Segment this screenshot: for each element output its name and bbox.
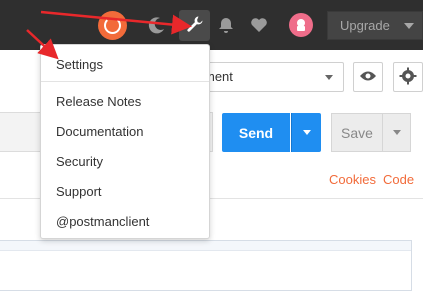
- settings-wrench-button[interactable]: [179, 10, 210, 41]
- send-options-button[interactable]: [291, 113, 321, 152]
- menu-item-support[interactable]: Support: [56, 184, 102, 199]
- upgrade-label: Upgrade: [340, 18, 390, 33]
- menu-item-documentation[interactable]: Documentation: [56, 124, 143, 139]
- cookies-link[interactable]: Cookies: [329, 172, 376, 187]
- chevron-down-icon: [404, 23, 414, 29]
- environment-quick-look-button[interactable]: [353, 62, 383, 92]
- request-body-editor[interactable]: [0, 240, 412, 291]
- menu-divider: [41, 81, 209, 82]
- avatar[interactable]: [289, 13, 313, 37]
- send-button[interactable]: Send: [222, 113, 290, 152]
- upgrade-button[interactable]: Upgrade: [327, 11, 423, 40]
- editor-header-strip: [0, 241, 411, 251]
- gear-icon: [399, 67, 417, 88]
- top-toolbar: Upgrade: [0, 0, 423, 50]
- manage-environments-button[interactable]: [393, 62, 423, 92]
- settings-dropdown-menu: Settings Release Notes Documentation Sec…: [40, 44, 210, 239]
- eye-icon: [359, 70, 377, 85]
- menu-item-release-notes[interactable]: Release Notes: [56, 94, 141, 109]
- chevron-down-icon: [325, 75, 333, 80]
- chevron-down-icon: [302, 130, 311, 135]
- menu-item-security[interactable]: Security: [56, 154, 103, 169]
- bell-icon[interactable]: [216, 15, 236, 35]
- save-button[interactable]: Save: [331, 113, 383, 152]
- satellite-icon[interactable]: [147, 15, 167, 35]
- heart-icon[interactable]: [249, 15, 269, 35]
- save-options-button[interactable]: [383, 113, 411, 152]
- menu-item-settings[interactable]: Settings: [56, 57, 103, 72]
- environment-select[interactable]: ment: [200, 62, 344, 92]
- menu-item-postmanclient[interactable]: @postmanclient: [56, 214, 149, 229]
- sync-icon[interactable]: [98, 11, 127, 40]
- code-link[interactable]: Code: [383, 172, 414, 187]
- wrench-icon: [186, 15, 204, 36]
- chevron-down-icon: [392, 130, 401, 135]
